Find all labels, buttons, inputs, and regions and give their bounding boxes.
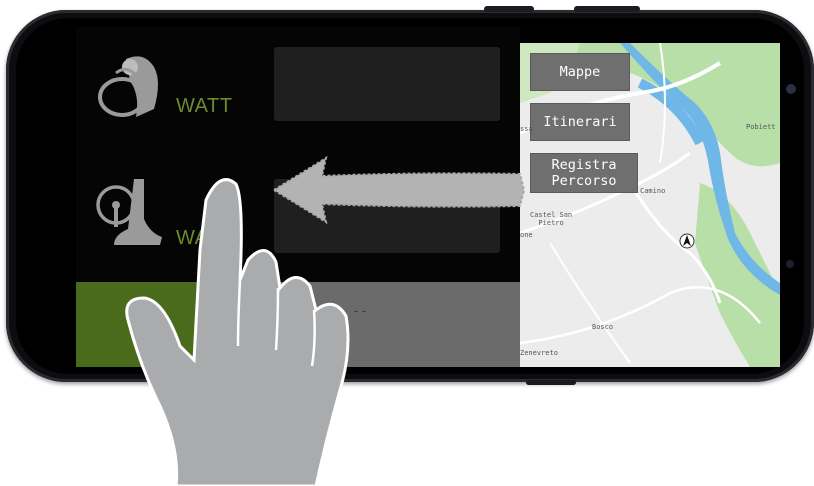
bixby-button: [526, 380, 576, 385]
routes-button[interactable]: Itinerari: [530, 103, 630, 141]
maps-button[interactable]: Mappe: [530, 53, 630, 91]
map-label-zenevreto: Zenevreto: [520, 349, 558, 357]
volume-button: [484, 6, 534, 12]
map-label-castel-san-pietro: Castel San Pietro: [530, 211, 573, 227]
sensor: [786, 260, 794, 268]
map-label-ssa: ssa: [520, 125, 533, 133]
map-panel[interactable]: Mappe Itinerari Registra Percorso Castel…: [520, 43, 780, 367]
metric-label-watt: WATT: [176, 95, 233, 117]
map-label-camino: Camino: [640, 187, 666, 195]
map-label-pobiette: Pobiett: [746, 123, 776, 131]
power-button: [574, 6, 640, 12]
map-tiles: [520, 43, 780, 367]
swipe-hand-icon: [125, 178, 350, 486]
record-route-button[interactable]: Registra Percorso: [530, 153, 638, 193]
metric-value-box: [274, 47, 500, 121]
cyclist-icon: [98, 56, 158, 117]
front-camera: [786, 84, 796, 94]
map-label-bosco: Bosco: [592, 323, 614, 331]
map-label-one: one: [520, 231, 533, 239]
